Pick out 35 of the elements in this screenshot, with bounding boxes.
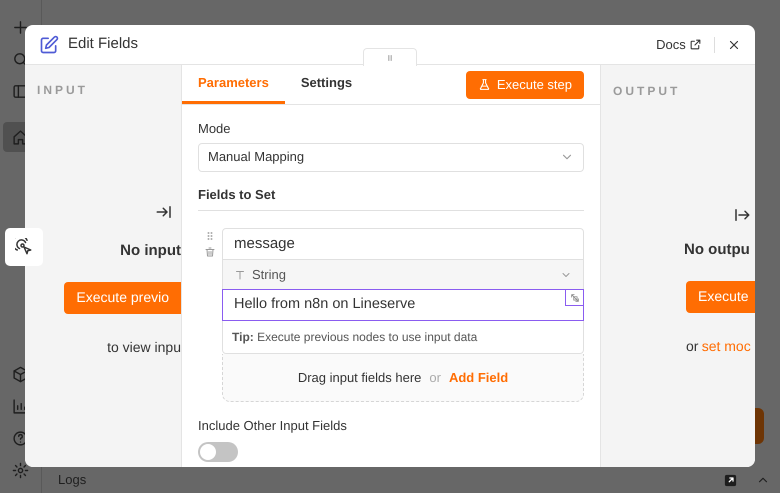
flask-icon [478, 78, 491, 91]
drop-hint: Drag input fields here [298, 368, 422, 387]
add-icon [12, 18, 29, 36]
external-link-icon [689, 38, 702, 51]
section-label: Fields to Set [198, 184, 584, 211]
toggle-switch[interactable] [198, 442, 238, 462]
modal-title: Edit Fields [68, 34, 138, 54]
mode-select[interactable]: Manual Mapping [198, 142, 584, 172]
trash-icon[interactable] [204, 246, 216, 258]
node-button[interactable] [5, 228, 43, 266]
empty-state-title: No outpu [684, 240, 751, 260]
drag-handle[interactable] [363, 48, 417, 66]
toggle-label: Include Other Input Fields [198, 417, 348, 435]
text-type-icon [234, 268, 246, 280]
panel-heading: OUTPUT [613, 83, 682, 100]
field-label: Mode [198, 120, 232, 138]
arrow-to-line-icon [155, 203, 173, 221]
tip-text: Tip: Execute previous nodes to use input data [232, 329, 478, 346]
expand-icon[interactable] [570, 292, 580, 302]
value-input[interactable]: Hello from n8n on Lineserve [222, 289, 584, 321]
hint-text: to view inpu [107, 338, 181, 357]
empty-state-title: No input [120, 241, 181, 261]
settings-icon [12, 462, 29, 478]
docs-link[interactable]: Docs [656, 34, 702, 54]
field-name-input[interactable]: message [223, 229, 583, 259]
tab[interactable]: Settings [284, 65, 368, 104]
or-text: or [686, 336, 698, 356]
popout-icon[interactable] [723, 472, 738, 488]
cursor-click-icon [15, 238, 33, 256]
or-text: or [429, 368, 441, 387]
panel-heading: INPUT [37, 82, 88, 99]
arrow-from-line-icon [733, 206, 751, 224]
type-select[interactable]: String [223, 259, 583, 289]
logs-label: Logs [58, 471, 86, 490]
edit-icon [39, 34, 59, 54]
